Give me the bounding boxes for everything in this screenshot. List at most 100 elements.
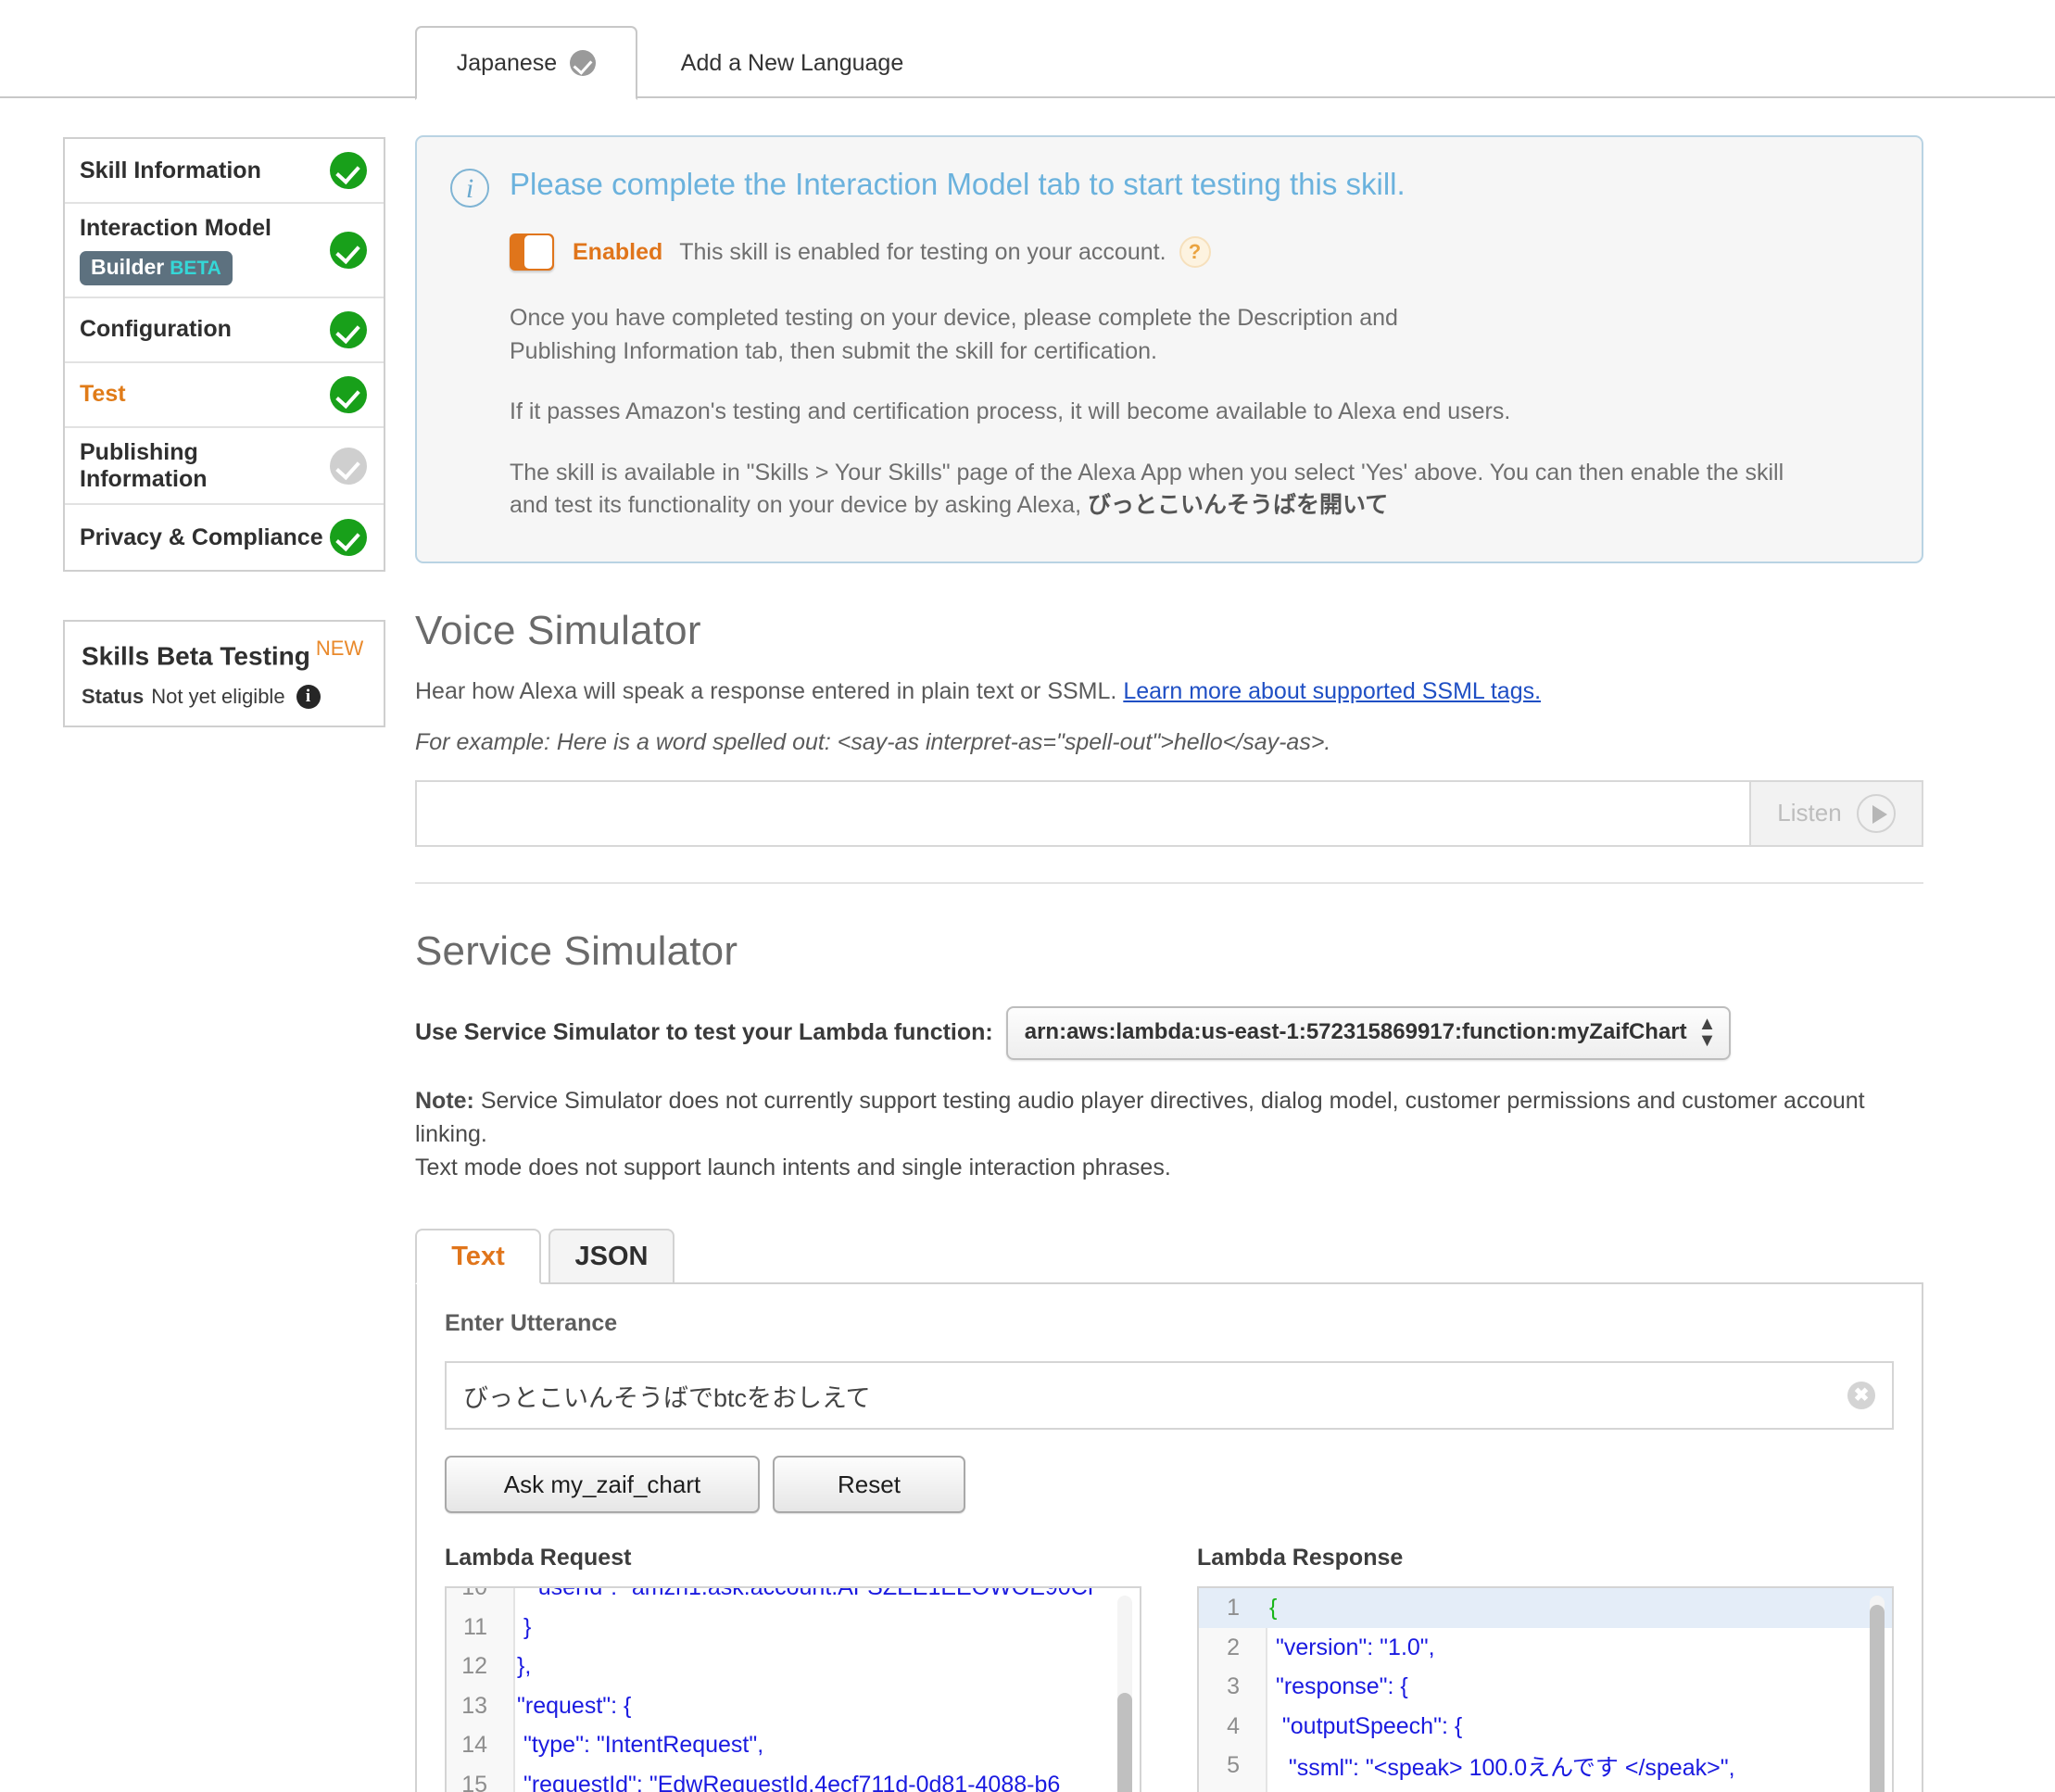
code-line-number: 4 (1227, 1712, 1240, 1739)
code-line-text: "type": "IntentRequest", (517, 1732, 764, 1758)
reset-button[interactable]: Reset (773, 1456, 965, 1514)
request-scrollbar-thumb[interactable] (1117, 1693, 1132, 1792)
code-line-number: 12 (461, 1653, 487, 1679)
lambda-request-title: Lambda Request (445, 1545, 632, 1571)
response-scrollbar-track[interactable] (1870, 1596, 1885, 1792)
sidebar-item-label: Configuration (80, 316, 232, 343)
tab-text[interactable]: Text (415, 1229, 541, 1285)
code-line: 14 "type": "IntentRequest", (447, 1725, 1140, 1765)
sidebar-item-publishing-information[interactable]: Publishing Information (65, 428, 384, 506)
banner-paragraph-1: Once you have completed testing on your … (510, 302, 1888, 368)
tab-add-new-language[interactable]: Add a New Language (639, 26, 945, 100)
code-line-number: 15 (461, 1771, 487, 1792)
ask-skill-button-label: Ask my_zaif_chart (503, 1470, 701, 1498)
code-line-number: 2 (1227, 1634, 1240, 1660)
code-line-number: 14 (461, 1732, 487, 1758)
code-line-text: { (1269, 1595, 1278, 1621)
ask-skill-button[interactable]: Ask my_zaif_chart (445, 1456, 760, 1514)
sidebar-item-test[interactable]: Test (65, 363, 384, 428)
spinner-updown-icon: ▲ ▼ (1697, 1013, 1717, 1051)
code-line: 6 "type": "SSML" (1199, 1786, 1892, 1792)
service-simulator-heading: Service Simulator (415, 928, 738, 974)
code-line: 5 "ssml": "<speak> 100.0えんです </speak>", (1199, 1746, 1892, 1786)
listen-button[interactable]: Listen (1751, 779, 1923, 847)
tab-japanese-label: Japanese (456, 49, 558, 76)
testing-info-banner: i Please complete the Interaction Model … (415, 135, 1923, 563)
lambda-arn-value: arn:aws:lambda:us-east-1:572315869917:fu… (1024, 1018, 1687, 1044)
simulator-panel: Text JSON Enter Utterance びっとこいんそうばでbtcを… (415, 1223, 1923, 1792)
testing-enabled-toggle[interactable] (510, 233, 554, 271)
lambda-arn-select[interactable]: arn:aws:lambda:us-east-1:572315869917:fu… (1005, 1005, 1732, 1060)
reset-button-label: Reset (838, 1470, 901, 1498)
code-line-number: 5 (1227, 1752, 1240, 1778)
code-line-text: "requestId": "EdwRequestId.4ecf711d-0d81… (517, 1771, 1061, 1792)
sidebar: Skill Information Interaction Model Buil… (63, 137, 385, 727)
service-simulator-note: Note: Service Simulator does not current… (415, 1084, 1923, 1185)
sidebar-item-configuration[interactable]: Configuration (65, 298, 384, 363)
code-line-text: "ssml": "<speak> 100.0えんです </speak>", (1269, 1754, 1735, 1781)
response-scrollbar-thumb[interactable] (1870, 1605, 1885, 1792)
code-line-number: 10 (461, 1586, 487, 1600)
utterance-input[interactable]: びっとこいんそうばでbtcをおしえて ✖ (445, 1361, 1894, 1431)
sidebar-item-skill-information[interactable]: Skill Information (65, 139, 384, 204)
sidebar-item-label: Skill Information (80, 157, 261, 183)
clear-circle-x-icon[interactable]: ✖ (1847, 1382, 1875, 1410)
tab-add-new-language-label: Add a New Language (680, 49, 904, 76)
sidebar-item-interaction-model[interactable]: Interaction Model Builder BETA (65, 204, 384, 298)
status-complete-icon (330, 152, 367, 189)
lambda-function-label: Use Service Simulator to test your Lambd… (415, 1019, 993, 1045)
sidebar-item-label: Publishing Information (80, 438, 208, 492)
sidebar-nav: Skill Information Interaction Model Buil… (63, 137, 385, 573)
simulator-panel-body: Enter Utterance びっとこいんそうばでbtcをおしえて ✖ Ask… (415, 1282, 1923, 1792)
alexa-skill-test-page: Japanese Add a New Language Skill Inform… (0, 0, 2055, 1792)
beta-status-label: Status (82, 684, 145, 708)
question-mark-icon[interactable]: ? (1179, 236, 1211, 268)
lambda-request-code[interactable]: 10 "userId": "amzn1.ask.account.AFSZEE1E… (445, 1586, 1141, 1792)
status-complete-icon (330, 519, 367, 557)
code-line: 13 "request": { (447, 1686, 1140, 1726)
tab-json-label: JSON (574, 1241, 649, 1271)
beta-testing-title-text: Skills Beta Testing (82, 641, 310, 671)
status-complete-icon (330, 375, 367, 413)
code-line-text: }, (517, 1653, 532, 1679)
info-italic-icon: i (450, 169, 489, 208)
enter-utterance-label: Enter Utterance (445, 1310, 618, 1337)
code-line: 1{ (1199, 1588, 1892, 1628)
info-icon[interactable]: i (296, 684, 321, 709)
code-line-text: "userId": "amzn1.ask.account.AFSZEE1EEOW… (517, 1586, 1103, 1600)
status-complete-icon (330, 310, 367, 348)
lambda-response-lines: 1{2 "version": "1.0", 3 "response": {4 "o… (1199, 1588, 1892, 1792)
code-line-text: } (517, 1613, 532, 1640)
banner-paragraph-3: The skill is available in "Skills > Your… (510, 457, 1888, 523)
voice-simulator-description-text: Hear how Alexa will speak a response ent… (415, 677, 1117, 704)
code-line: 11 } (447, 1608, 1140, 1647)
lambda-request-column: Lambda Request 10 "userId": "amzn1.ask.a… (445, 1545, 1141, 1792)
ssml-docs-link[interactable]: Learn more about supported SSML tags. (1123, 678, 1541, 704)
sidebar-item-privacy-compliance[interactable]: Privacy & Compliance (65, 505, 384, 570)
banner-paragraph-3-line-2-prefix: and test its functionality on your devic… (510, 492, 1088, 518)
tab-text-label: Text (451, 1241, 505, 1271)
listen-button-label: Listen (1777, 799, 1842, 827)
toggle-description: This skill is enabled for testing on you… (679, 238, 1166, 265)
request-scrollbar-track[interactable] (1117, 1596, 1132, 1792)
voice-simulator-input[interactable] (415, 779, 1751, 847)
note-line-1: Service Simulator does not currently sup… (415, 1087, 1865, 1147)
main-content: i Please complete the Interaction Model … (415, 98, 1935, 1792)
lambda-response-code[interactable]: 1{2 "version": "1.0", 3 "response": {4 "o… (1197, 1586, 1894, 1792)
status-incomplete-icon (330, 447, 367, 485)
voice-simulator-example: For example: Here is a word spelled out:… (415, 728, 1331, 755)
simulator-mode-tabs: Text JSON (415, 1223, 1923, 1285)
code-line: 10 "userId": "amzn1.ask.account.AFSZEE1E… (447, 1586, 1140, 1608)
code-line: 12}, (447, 1647, 1140, 1686)
toggle-state-label: Enabled (573, 238, 663, 265)
banner-header: i Please complete the Interaction Model … (450, 165, 1888, 208)
invocation-phrase-jp: びっとこいんそうばを開いて (1087, 492, 1389, 518)
new-tag: NEW (315, 637, 364, 661)
section-divider (415, 881, 1923, 884)
builder-beta-badge[interactable]: Builder BETA (80, 250, 233, 285)
tab-japanese[interactable]: Japanese (415, 26, 637, 100)
beta-tag-label: BETA (170, 257, 221, 279)
code-line-text: "response": { (1269, 1673, 1408, 1699)
tab-json[interactable]: JSON (548, 1229, 674, 1285)
lambda-request-lines: 10 "userId": "amzn1.ask.account.AFSZEE1E… (447, 1586, 1140, 1792)
